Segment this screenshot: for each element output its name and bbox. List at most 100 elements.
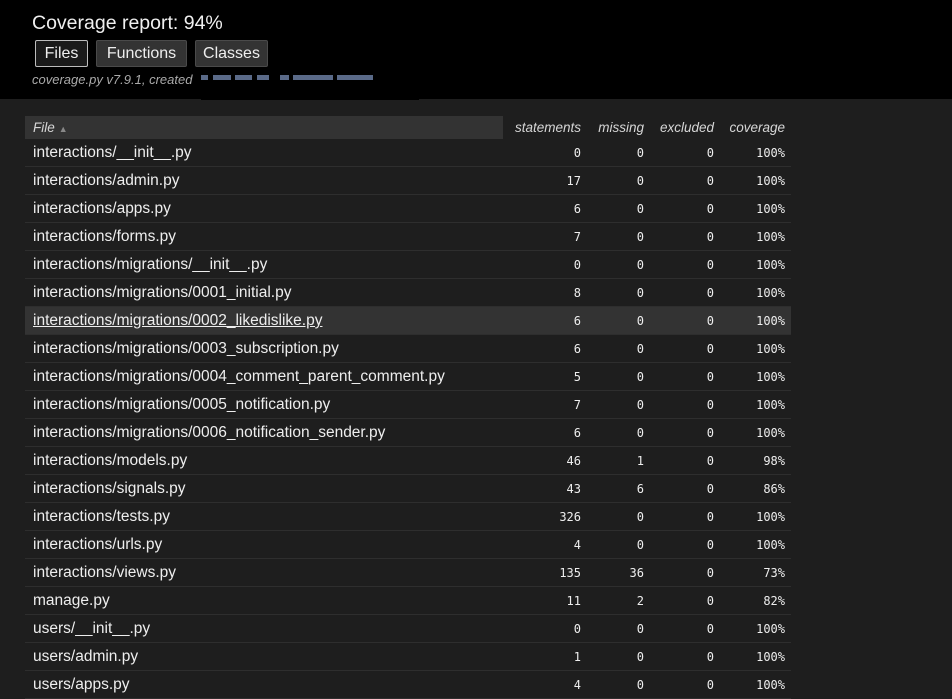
- excluded-cell: 0: [706, 342, 714, 356]
- table-row[interactable]: interactions/migrations/0003_subscriptio…: [25, 335, 791, 363]
- table-row[interactable]: users/apps.py 4 0 0 100%: [25, 671, 791, 699]
- excluded-cell: 0: [706, 258, 714, 272]
- excluded-cell: 0: [706, 230, 714, 244]
- missing-cell: 2: [636, 594, 644, 608]
- file-link[interactable]: users/apps.py: [33, 671, 130, 698]
- table-row[interactable]: interactions/migrations/0006_notificatio…: [25, 419, 791, 447]
- statements-cell: 5: [573, 370, 581, 384]
- file-link[interactable]: interactions/forms.py: [33, 223, 176, 250]
- table-row[interactable]: interactions/admin.py 17 0 0 100%: [25, 167, 791, 195]
- file-link[interactable]: interactions/migrations/0005_notificatio…: [33, 391, 330, 418]
- statements-cell: 135: [559, 566, 581, 580]
- table-row[interactable]: interactions/__init__.py 0 0 0 100%: [25, 139, 791, 167]
- column-header-coverage[interactable]: coverage: [724, 116, 785, 139]
- statements-cell: 4: [573, 538, 581, 552]
- excluded-cell: 0: [706, 566, 714, 580]
- statements-cell: 6: [573, 426, 581, 440]
- excluded-cell: 0: [706, 538, 714, 552]
- missing-cell: 0: [636, 426, 644, 440]
- coverage-cell: 100%: [756, 314, 785, 328]
- table-row[interactable]: interactions/views.py 135 36 0 73%: [25, 559, 791, 587]
- missing-cell: 0: [636, 146, 644, 160]
- column-header-statements[interactable]: statements: [503, 116, 581, 139]
- page-title: Coverage report: 94%: [32, 12, 223, 34]
- table-row[interactable]: interactions/models.py 46 1 0 98%: [25, 447, 791, 475]
- statements-cell: 1: [573, 650, 581, 664]
- column-header-excluded[interactable]: excluded: [654, 116, 714, 139]
- file-link[interactable]: interactions/views.py: [33, 559, 176, 586]
- excluded-cell: 0: [706, 454, 714, 468]
- coverage-cell: 100%: [756, 398, 785, 412]
- table-row[interactable]: interactions/migrations/0002_likedislike…: [25, 307, 791, 335]
- excluded-cell: 0: [706, 398, 714, 412]
- table-row[interactable]: interactions/migrations/0005_notificatio…: [25, 391, 791, 419]
- missing-cell: 0: [636, 258, 644, 272]
- table-row[interactable]: interactions/tests.py 326 0 0 100%: [25, 503, 791, 531]
- coverage-cell: 86%: [763, 482, 785, 496]
- table-row[interactable]: interactions/apps.py 6 0 0 100%: [25, 195, 791, 223]
- file-link[interactable]: interactions/apps.py: [33, 195, 171, 222]
- excluded-cell: 0: [706, 622, 714, 636]
- excluded-cell: 0: [706, 146, 714, 160]
- coverage-cell: 100%: [756, 538, 785, 552]
- statements-cell: 11: [566, 594, 581, 608]
- tab-classes[interactable]: Classes: [195, 40, 268, 67]
- file-link[interactable]: interactions/migrations/__init__.py: [33, 251, 267, 278]
- missing-cell: 0: [636, 314, 644, 328]
- coverage-cell: 100%: [756, 426, 785, 440]
- statements-cell: 6: [573, 202, 581, 216]
- coverage-cell: 100%: [756, 650, 785, 664]
- statements-cell: 6: [573, 314, 581, 328]
- missing-cell: 0: [636, 678, 644, 692]
- column-header-file[interactable]: File ▲: [25, 116, 503, 139]
- file-link[interactable]: interactions/models.py: [33, 447, 187, 474]
- table-row[interactable]: interactions/forms.py 7 0 0 100%: [25, 223, 791, 251]
- generator-info: coverage.py v7.9.1, created: [32, 72, 193, 87]
- table-row[interactable]: interactions/migrations/0001_initial.py 8…: [25, 279, 791, 307]
- excluded-cell: 0: [706, 314, 714, 328]
- missing-cell: 0: [636, 230, 644, 244]
- file-link[interactable]: interactions/migrations/0006_notificatio…: [33, 419, 385, 446]
- missing-cell: 0: [636, 370, 644, 384]
- coverage-cell: 100%: [756, 370, 785, 384]
- tab-functions[interactable]: Functions: [96, 40, 187, 67]
- excluded-cell: 0: [706, 286, 714, 300]
- sort-ascending-icon: ▲: [58, 124, 68, 134]
- file-link[interactable]: users/__init__.py: [33, 615, 150, 642]
- missing-cell: 0: [636, 510, 644, 524]
- file-link[interactable]: interactions/signals.py: [33, 475, 186, 502]
- file-link[interactable]: interactions/urls.py: [33, 531, 162, 558]
- coverage-cell: 73%: [763, 566, 785, 580]
- table-row[interactable]: users/__init__.py 0 0 0 100%: [25, 615, 791, 643]
- coverage-cell: 100%: [756, 622, 785, 636]
- tab-files[interactable]: Files: [35, 40, 88, 67]
- file-link[interactable]: interactions/__init__.py: [33, 139, 192, 166]
- file-link[interactable]: interactions/tests.py: [33, 503, 170, 530]
- table-row[interactable]: interactions/signals.py 43 6 0 86%: [25, 475, 791, 503]
- column-header-missing[interactable]: missing: [591, 116, 644, 139]
- coverage-cell: 98%: [763, 454, 785, 468]
- table-row[interactable]: interactions/migrations/__init__.py 0 0 0 10…: [25, 251, 791, 279]
- table-row[interactable]: manage.py 11 2 0 82%: [25, 587, 791, 615]
- missing-cell: 1: [636, 454, 644, 468]
- excluded-cell: 0: [706, 426, 714, 440]
- coverage-cell: 100%: [756, 342, 785, 356]
- table-header: File ▲ statements missing excluded covera…: [25, 116, 791, 139]
- file-link[interactable]: interactions/migrations/0004_comment_par…: [33, 363, 445, 390]
- file-link[interactable]: manage.py: [33, 587, 110, 614]
- excluded-cell: 0: [706, 174, 714, 188]
- file-link[interactable]: interactions/migrations/0002_likedislike…: [33, 307, 322, 334]
- table-row[interactable]: users/admin.py 1 0 0 100%: [25, 643, 791, 671]
- statements-cell: 0: [573, 622, 581, 636]
- excluded-cell: 0: [706, 678, 714, 692]
- excluded-cell: 0: [706, 482, 714, 496]
- coverage-cell: 100%: [756, 174, 785, 188]
- table-row[interactable]: interactions/migrations/0004_comment_par…: [25, 363, 791, 391]
- file-link[interactable]: interactions/admin.py: [33, 167, 179, 194]
- file-link[interactable]: interactions/migrations/0001_initial.py: [33, 279, 291, 306]
- table-row[interactable]: interactions/urls.py 4 0 0 100%: [25, 531, 791, 559]
- file-link[interactable]: users/admin.py: [33, 643, 138, 670]
- file-link[interactable]: interactions/migrations/0003_subscriptio…: [33, 335, 339, 362]
- missing-cell: 36: [629, 566, 644, 580]
- excluded-cell: 0: [706, 202, 714, 216]
